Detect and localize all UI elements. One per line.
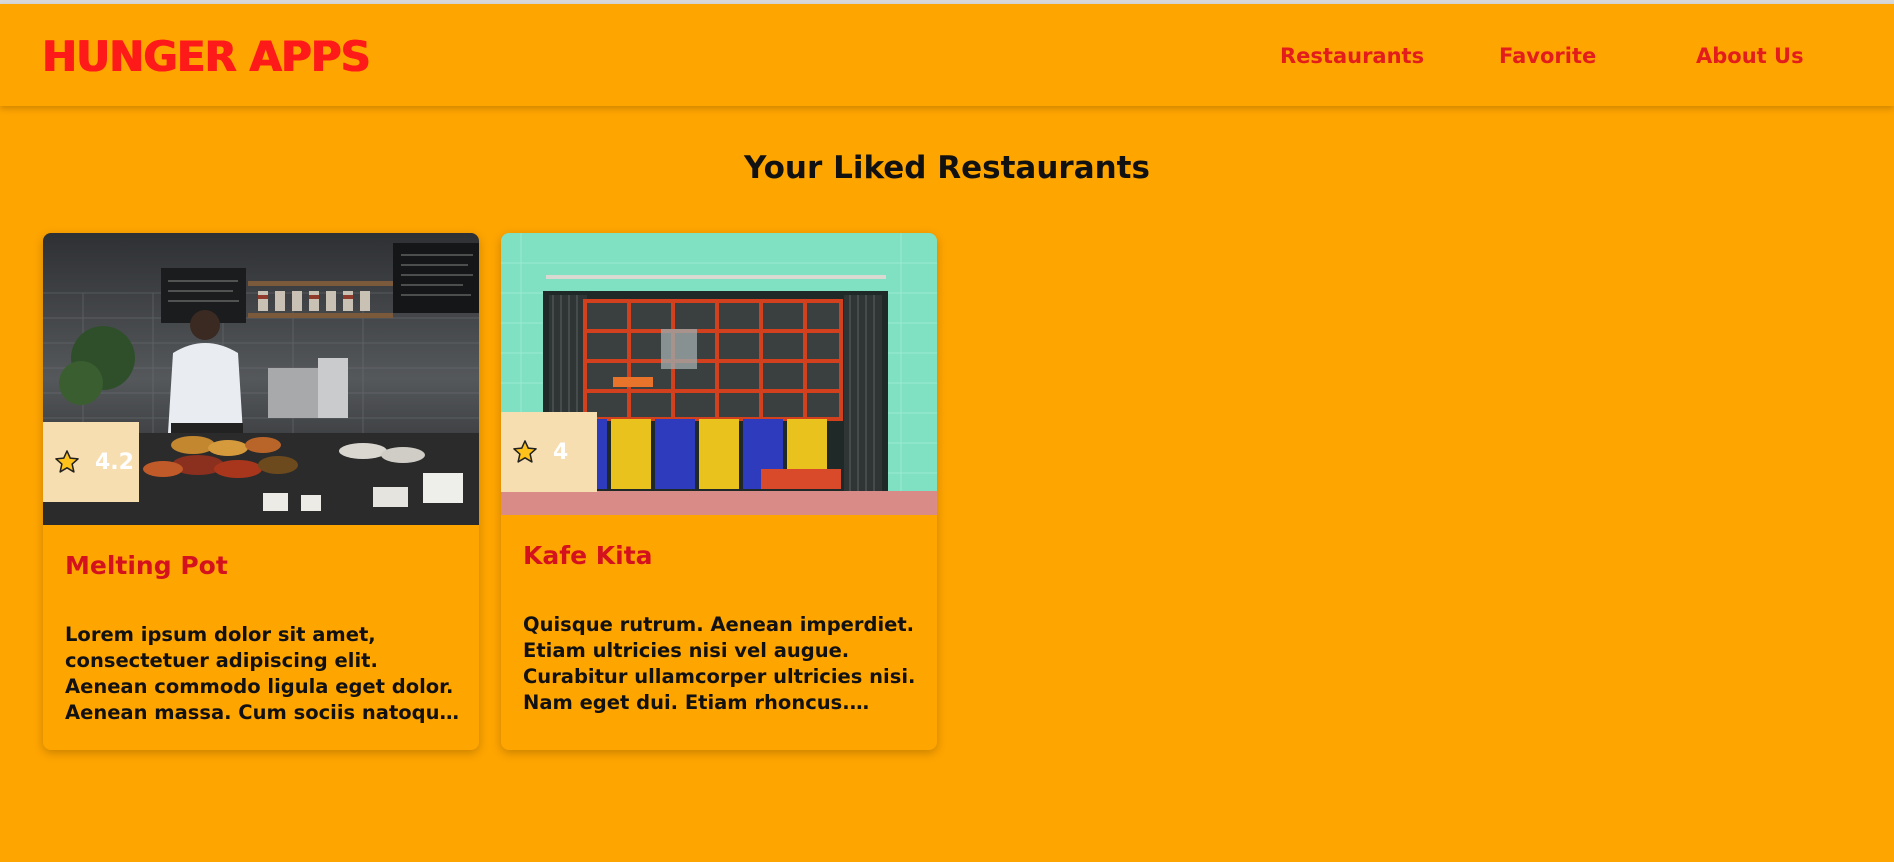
restaurant-card[interactable]: 4.2 Melting Pot Lorem ipsum dolor sit am…: [43, 233, 479, 750]
star-icon: [513, 440, 537, 463]
app-header: HUNGER APPS Restaurants Favorite About U…: [0, 4, 1894, 106]
nav-about-us[interactable]: About Us: [1696, 44, 1804, 68]
restaurant-card[interactable]: 4 Kafe Kita Quisque rutrum. Aenean imper…: [501, 233, 937, 750]
restaurant-name[interactable]: Melting Pot: [65, 551, 228, 580]
restaurant-description: Quisque rutrum. Aenean imperdiet. Etiam …: [523, 613, 916, 714]
main-nav: Restaurants Favorite About Us: [0, 44, 1894, 78]
restaurant-name[interactable]: Kafe Kita: [523, 541, 653, 570]
page-title: Your Liked Restaurants: [744, 150, 1150, 186]
star-icon: [55, 450, 79, 473]
rating-badge: 4: [501, 412, 597, 492]
restaurant-description: Lorem ipsum dolor sit amet, consectetuer…: [65, 623, 454, 724]
rating-value: 4.2: [95, 449, 134, 475]
nav-favorite[interactable]: Favorite: [1499, 44, 1596, 68]
nav-restaurants[interactable]: Restaurants: [1280, 44, 1424, 68]
rating-value: 4: [553, 439, 569, 465]
rating-badge: 4.2: [43, 422, 139, 502]
